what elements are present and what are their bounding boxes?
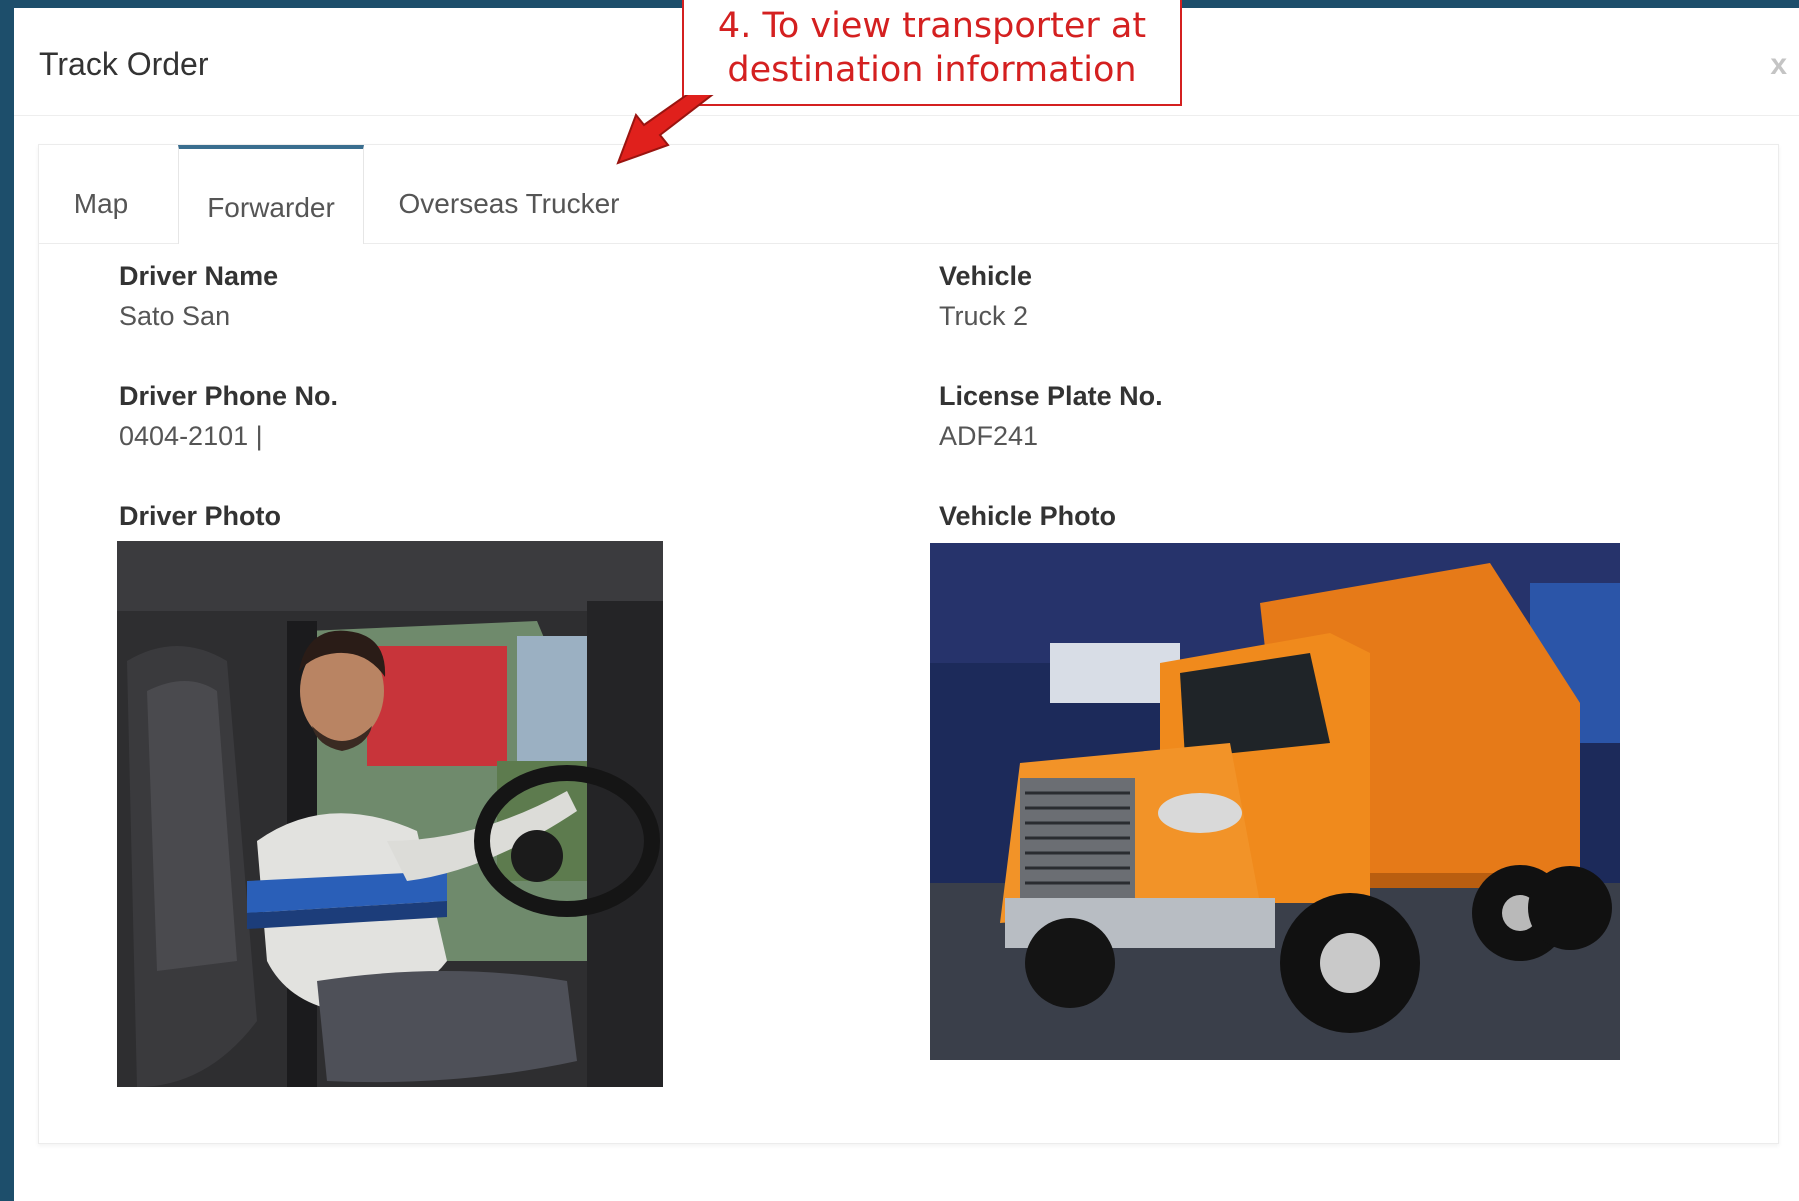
annotation-arrow-icon bbox=[616, 95, 714, 165]
close-button[interactable]: x bbox=[1770, 48, 1787, 82]
driver-photo bbox=[117, 541, 663, 1087]
license-plate-label: License Plate No. bbox=[939, 381, 1163, 411]
annotation-callout: 4. To view transporter at destination in… bbox=[682, 0, 1182, 106]
driver-photo-image bbox=[117, 541, 663, 1087]
driver-phone-value: 0404-2101 | bbox=[119, 421, 263, 451]
driver-name-label: Driver Name bbox=[119, 261, 279, 291]
tab-bar: Map Forwarder Overseas Trucker bbox=[39, 145, 1778, 244]
vehicle-label: Vehicle bbox=[939, 261, 1033, 291]
annotation-line-2: destination information bbox=[727, 50, 1137, 90]
driver-photo-label: Driver Photo bbox=[119, 501, 282, 531]
vehicle-photo-image bbox=[930, 543, 1620, 1060]
license-plate-value: ADF241 bbox=[939, 421, 1039, 451]
track-order-modal: Track Order x Map Forwarder Overseas Tru… bbox=[14, 8, 1799, 1201]
tab-panel: Map Forwarder Overseas Trucker Driver Na… bbox=[38, 144, 1779, 1144]
vehicle-value: Truck 2 bbox=[939, 301, 1029, 331]
vehicle-photo-label: Vehicle Photo bbox=[939, 501, 1117, 531]
driver-name-value: Sato San bbox=[119, 301, 231, 331]
driver-phone-label: Driver Phone No. bbox=[119, 381, 339, 411]
tab-map[interactable]: Map bbox=[39, 145, 163, 243]
vehicle-photo bbox=[930, 543, 1620, 1060]
annotation-line-1: 4. To view transporter at bbox=[717, 6, 1147, 46]
tab-forwarder[interactable]: Forwarder bbox=[178, 145, 364, 244]
modal-title: Track Order bbox=[39, 46, 209, 82]
